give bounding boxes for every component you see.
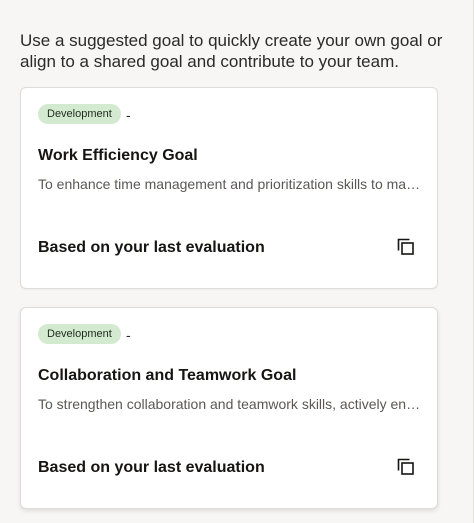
intro-text: Use a suggested goal to quickly create y…: [20, 31, 443, 71]
goal-basis-label: Based on your last evaluation: [38, 459, 265, 476]
goal-description: To strengthen collaboration and teamwork…: [38, 396, 424, 412]
suggested-goals-panel: Use a suggested goal to quickly create y…: [0, 0, 474, 523]
copy-icon: [397, 238, 414, 255]
category-badge: Development: [38, 324, 121, 344]
copy-goal-button[interactable]: [392, 233, 420, 261]
goal-card-collaboration-teamwork[interactable]: Development - Collaboration and Teamwork…: [20, 307, 438, 509]
goal-title[interactable]: Work Efficiency Goal: [38, 146, 198, 166]
copy-icon: [397, 458, 414, 475]
category-separator: -: [126, 107, 131, 123]
copy-goal-button[interactable]: [392, 453, 420, 481]
category-badge: Development: [38, 104, 121, 124]
goal-card-work-efficiency[interactable]: Development - Work Efficiency Goal To en…: [20, 87, 438, 289]
goal-description: To enhance time management and prioritiz…: [38, 176, 424, 192]
goal-title[interactable]: Collaboration and Teamwork Goal: [38, 366, 296, 386]
category-separator: -: [126, 327, 131, 343]
goal-basis-label: Based on your last evaluation: [38, 239, 265, 256]
